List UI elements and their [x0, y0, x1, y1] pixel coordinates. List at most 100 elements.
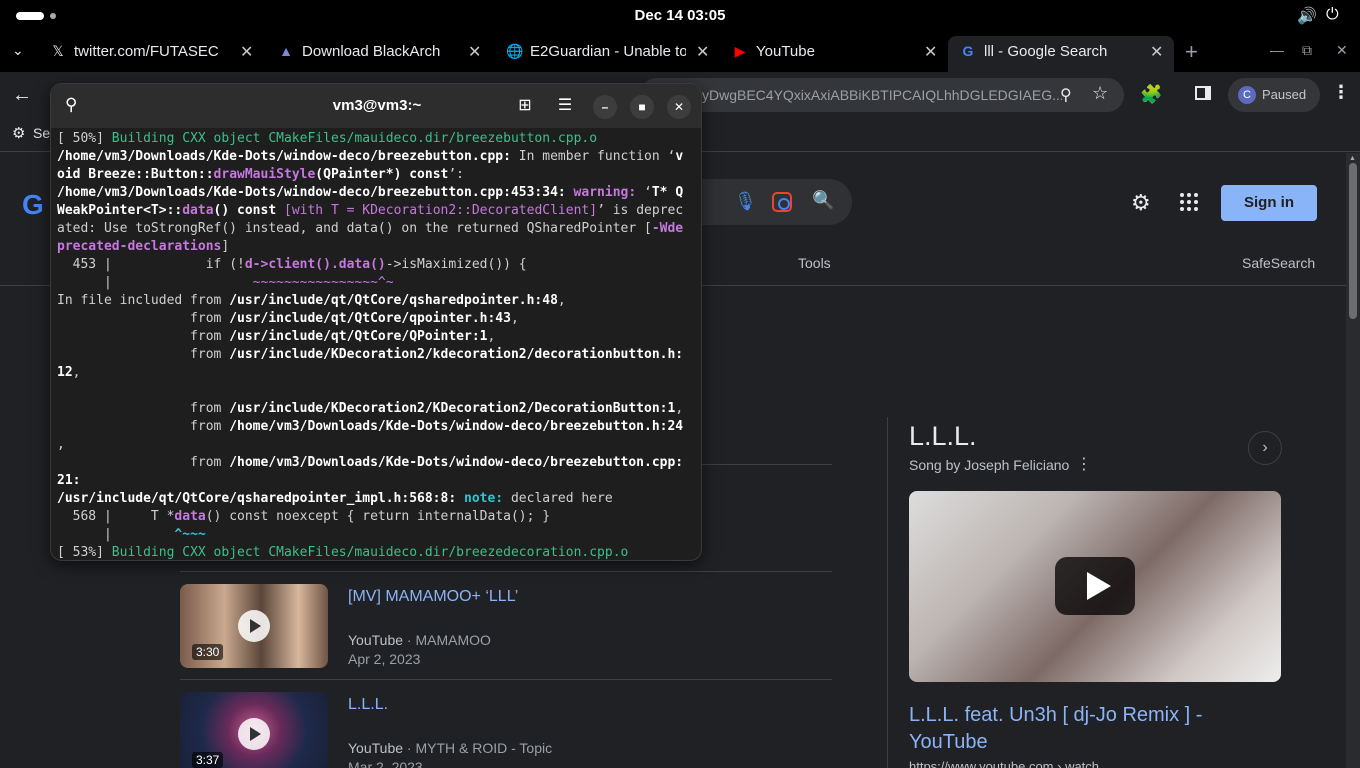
- close-tab-icon[interactable]: ✕: [468, 42, 481, 62]
- knowledge-link[interactable]: L.L.L. feat. Un3h [ dj-Jo Remix ] - YouT…: [909, 702, 1239, 756]
- video-title[interactable]: [MV] MAMAMOO+ ‘LLL’: [348, 588, 518, 606]
- bookmark-item[interactable]: Se: [33, 125, 50, 141]
- gear-icon[interactable]: ⚙: [12, 124, 25, 142]
- terminal-line: ,: [57, 437, 65, 452]
- video-source: YouTube · MAMAMOO: [348, 632, 491, 648]
- terminal-line: 453 | if (!d->client().data()->isMaximiz…: [57, 257, 527, 272]
- play-icon[interactable]: [238, 718, 270, 750]
- microphone-icon[interactable]: 🎙: [734, 191, 757, 212]
- more-options-icon[interactable]: ⋮: [1076, 454, 1092, 474]
- terminal-header[interactable]: ⚲ vm3@vm3:~ ⊞ ☰ – ■ ✕: [51, 84, 701, 128]
- tab-title: Download BlackArch: [302, 43, 441, 60]
- address-bar[interactable]: yDwgBEC4YQxixAxiABBiKBTIPCAIQLhhDGLEDGIA…: [640, 78, 1124, 112]
- volume-icon[interactable]: 🔊: [1297, 6, 1317, 26]
- terminal-line: precated-declarations]: [57, 239, 230, 254]
- close-icon[interactable]: ✕: [667, 95, 691, 119]
- google-apps-icon[interactable]: [1180, 193, 1198, 211]
- clock[interactable]: Dec 14 03:05: [0, 7, 1360, 24]
- knowledge-url: https://www.youtube.com › watch: [909, 759, 1100, 768]
- terminal-line: from /home/vm3/Downloads/Kde-Dots/window…: [57, 419, 684, 434]
- close-tab-icon[interactable]: ✕: [240, 42, 253, 62]
- maximize-icon[interactable]: ■: [630, 95, 654, 119]
- terminal-line: WeakPointer<T>::data() const [with T = K…: [57, 203, 684, 218]
- video-thumbnail[interactable]: 3:37: [180, 692, 328, 768]
- bookmark-star-icon[interactable]: ☆: [1092, 83, 1108, 104]
- knowledge-title: L.L.L.: [909, 421, 977, 451]
- settings-gear-icon[interactable]: ⚙: [1131, 190, 1151, 216]
- video-result[interactable]: 3:30 [MV] MAMAMOO+ ‘LLL’ YouTube · MAMAM…: [180, 584, 832, 684]
- terminal-line: from /usr/include/qt/QtCore/qpointer.h:4…: [57, 311, 519, 326]
- side-panel-icon[interactable]: [1195, 86, 1211, 100]
- google-lens-icon[interactable]: [772, 192, 792, 212]
- system-top-bar: Dec 14 03:05 🔊 ⏻: [0, 0, 1360, 32]
- tab-title: YouTube: [756, 43, 815, 60]
- new-tab-icon[interactable]: ⊞: [514, 95, 536, 117]
- profile-button[interactable]: C Paused: [1228, 78, 1320, 112]
- location-pin-icon[interactable]: ⚲: [1060, 85, 1072, 105]
- scroll-up-icon[interactable]: ▲: [1349, 155, 1356, 162]
- page-scrollbar[interactable]: ▲: [1346, 153, 1360, 768]
- terminal-output[interactable]: [ 50%] Building CXX object CMakeFiles/ma…: [57, 130, 701, 560]
- terminal-line: [ 53%] Building CXX object CMakeFiles/ma…: [57, 545, 629, 560]
- minimize-window-icon[interactable]: —: [1270, 42, 1284, 58]
- tab-title: lll - Google Search: [984, 43, 1108, 60]
- tab-twitter[interactable]: 𝕏 twitter.com/FUTASEC ✕: [50, 36, 260, 68]
- play-icon[interactable]: [1055, 557, 1135, 615]
- terminal-line: from /usr/include/KDecoration2/KDecorati…: [57, 401, 684, 416]
- terminal-line: from /usr/include/KDecoration2/kdecorati…: [57, 347, 684, 362]
- x-logo-icon: 𝕏: [52, 43, 64, 59]
- terminal-line: ated: Use toStrongRef() instead, and dat…: [57, 221, 684, 236]
- globe-icon: 🌐: [506, 43, 524, 59]
- extensions-puzzle-icon[interactable]: 🧩: [1140, 84, 1162, 105]
- chevron-right-icon[interactable]: ›: [1248, 431, 1282, 465]
- search-icon[interactable]: 🔍: [812, 190, 834, 211]
- video-date: Mar 2, 2023: [348, 759, 423, 768]
- terminal-line: | ^~~~: [57, 527, 206, 542]
- video-platform: YouTube: [348, 740, 404, 756]
- video-source: YouTube · MYTH & ROID - Topic: [348, 740, 553, 756]
- terminal-line: 21:: [57, 473, 81, 488]
- kebab-menu-icon[interactable]: ⋮: [1332, 82, 1350, 103]
- terminal-line: 568 | T *data() const noexcept { return …: [57, 509, 551, 524]
- terminal-line: /usr/include/qt/QtCore/qsharedpointer_im…: [57, 491, 613, 506]
- play-icon[interactable]: [238, 610, 270, 642]
- video-thumbnail[interactable]: 3:30: [180, 584, 328, 668]
- google-logo[interactable]: G: [22, 189, 44, 221]
- hamburger-menu-icon[interactable]: ☰: [554, 95, 576, 117]
- video-title[interactable]: L.L.L.: [348, 696, 388, 714]
- scrollbar-thumb[interactable]: [1349, 163, 1357, 319]
- tools-button[interactable]: Tools: [798, 255, 831, 271]
- restore-window-icon[interactable]: ⧉: [1302, 42, 1312, 59]
- divider: [180, 571, 832, 572]
- minimize-icon[interactable]: –: [593, 95, 617, 119]
- knowledge-subtitle: Song by Joseph Feliciano: [909, 457, 1070, 473]
- url-text[interactable]: yDwgBEC4YQxixAxiABBiKBTIPCAIQLhhDGLEDGIA…: [702, 87, 1062, 103]
- terminal-window[interactable]: ⚲ vm3@vm3:~ ⊞ ☰ – ■ ✕ [ 50%] Building CX…: [50, 83, 702, 561]
- tab-title: E2Guardian - Unable to: [530, 43, 686, 60]
- tab-search-chevron-icon[interactable]: ⌄: [12, 42, 24, 59]
- power-icon[interactable]: ⏻: [1326, 6, 1339, 24]
- tab-google-search[interactable]: G lll - Google Search ✕: [948, 36, 1174, 72]
- sign-in-button[interactable]: Sign in: [1221, 185, 1317, 221]
- tab-blackarch[interactable]: ▲ Download BlackArch ✕: [278, 36, 488, 68]
- close-tab-icon[interactable]: ✕: [696, 42, 709, 62]
- close-tab-icon[interactable]: ✕: [1150, 42, 1163, 62]
- video-platform: YouTube: [348, 632, 404, 648]
- safesearch-button[interactable]: SafeSearch: [1242, 255, 1315, 271]
- youtube-icon: ▶: [734, 43, 746, 59]
- back-arrow-icon[interactable]: ←: [12, 84, 32, 107]
- knowledge-video-thumbnail[interactable]: [909, 491, 1281, 682]
- terminal-line: oid Breeze::Button::drawMauiStyle(QPaint…: [57, 167, 465, 182]
- close-window-icon[interactable]: ✕: [1336, 42, 1348, 59]
- tab-youtube[interactable]: ▶ YouTube ✕: [732, 36, 942, 68]
- tab-e2guardian[interactable]: 🌐 E2Guardian - Unable to ✕: [506, 36, 716, 68]
- terminal-line: | ~~~~~~~~~~~~~~~~^~: [57, 275, 394, 290]
- video-result[interactable]: 3:37 L.L.L. YouTube · MYTH & ROID - Topi…: [180, 692, 832, 768]
- knowledge-panel: L.L.L. Song by Joseph Feliciano ⋮ › L.L.…: [887, 417, 1307, 768]
- video-duration: 3:30: [192, 644, 224, 660]
- profile-status: Paused: [1262, 87, 1307, 102]
- terminal-line: /home/vm3/Downloads/Kde-Dots/window-deco…: [57, 149, 684, 164]
- terminal-line: /home/vm3/Downloads/Kde-Dots/window-deco…: [57, 185, 684, 200]
- new-tab-button[interactable]: +: [1185, 39, 1198, 65]
- close-tab-icon[interactable]: ✕: [924, 42, 937, 62]
